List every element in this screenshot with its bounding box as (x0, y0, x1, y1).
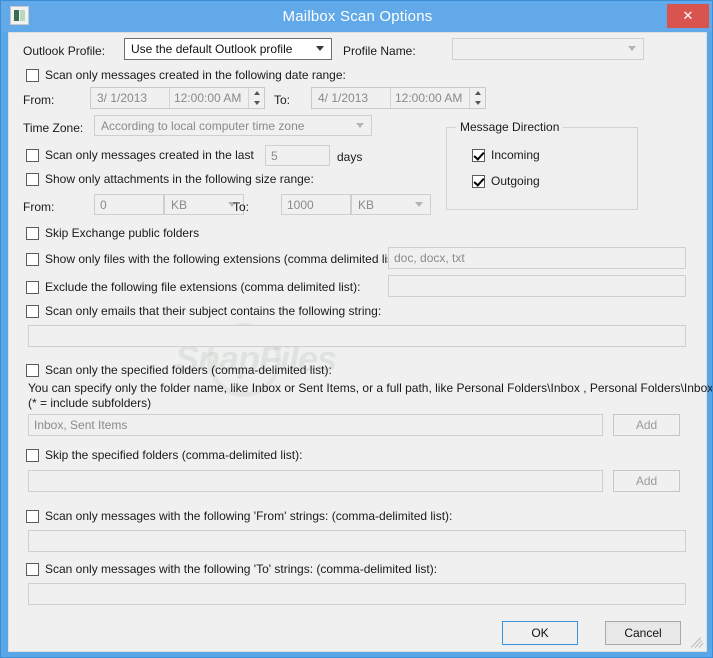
from-strings-input[interactable] (28, 530, 686, 552)
show-extensions-row[interactable]: Show only files with the following exten… (26, 252, 404, 266)
subject-contains-label: Scan only emails that their subject cont… (45, 304, 382, 318)
last-days-value: 5 (271, 148, 278, 163)
size-to-label: To: (233, 200, 250, 214)
size-from-input[interactable]: 0 (94, 194, 164, 215)
size-to-unit: KB (358, 197, 375, 212)
date-from-picker[interactable]: 3/ 1/2013 12:00:00 AM (90, 87, 265, 109)
size-from-label: From: (23, 200, 55, 214)
time-from-value: 12:00:00 AM (169, 88, 248, 108)
chevron-down-icon (628, 46, 636, 51)
outgoing-checkbox[interactable] (472, 174, 485, 188)
scan-folders-label: Scan only the specified folders (comma-d… (45, 363, 332, 377)
outgoing-row[interactable]: Outgoing (472, 174, 540, 188)
scan-folders-add-button[interactable]: Add (613, 414, 680, 436)
timezone-select[interactable]: According to local computer time zone (94, 115, 372, 136)
message-direction-title: Message Direction (456, 120, 564, 134)
size-to-input[interactable]: 1000 (281, 194, 351, 215)
size-from-unit: KB (171, 197, 188, 212)
skip-public-folders-checkbox[interactable] (26, 226, 39, 240)
profile-name-select[interactable] (452, 38, 644, 60)
exclude-extensions-label: Exclude the following file extensions (c… (45, 280, 361, 294)
scan-folders-hint-1: You can specify only the folder name, li… (28, 381, 713, 395)
scan-folders-hint-2: (* = include subfolders) (28, 396, 152, 410)
to-strings-checkbox[interactable] (26, 562, 39, 576)
size-to-value: 1000 (287, 197, 314, 212)
chevron-down-icon (356, 122, 364, 128)
exclude-extensions-input[interactable] (388, 275, 686, 297)
scan-folders-checkbox[interactable] (26, 363, 39, 377)
date-to-label: To: (274, 93, 291, 107)
incoming-checkbox[interactable] (472, 148, 485, 162)
window-title: Mailbox Scan Options (282, 8, 433, 25)
size-from-unit-select[interactable]: KB (164, 194, 244, 215)
skip-folders-add-button[interactable]: Add (613, 470, 680, 492)
skip-folders-checkbox[interactable] (26, 448, 39, 462)
to-strings-row[interactable]: Scan only messages with the following 'T… (26, 562, 437, 576)
close-icon[interactable]: ✕ (667, 4, 709, 28)
last-days-input[interactable]: 5 (265, 145, 330, 166)
incoming-row[interactable]: Incoming (472, 148, 540, 162)
show-extensions-value: doc, docx, txt (394, 251, 465, 265)
scan-folders-row[interactable]: Scan only the specified folders (comma-d… (26, 363, 332, 377)
skip-folders-input[interactable] (28, 470, 603, 492)
timezone-label: Time Zone: (23, 121, 84, 135)
show-extensions-input[interactable]: doc, docx, txt (388, 247, 686, 269)
date-range-label: Scan only messages created in the follow… (45, 68, 346, 82)
cancel-button[interactable]: Cancel (605, 621, 681, 645)
mailbox-scan-options-window: Mailbox Scan Options ✕ SnapFiles Outlook… (0, 0, 713, 658)
outlook-profile-select[interactable]: Use the default Outlook profile (124, 38, 332, 60)
show-extensions-label: Show only files with the following exten… (45, 252, 404, 266)
date-to-value: 4/ 1/2013 (318, 91, 369, 105)
incoming-label: Incoming (491, 148, 540, 162)
date-range-row[interactable]: Scan only messages created in the follow… (26, 68, 346, 82)
resize-grip[interactable] (690, 636, 704, 648)
date-from-value: 3/ 1/2013 (97, 91, 148, 105)
skip-folders-label: Skip the specified folders (comma-delimi… (45, 448, 303, 462)
skip-public-folders-label: Skip Exchange public folders (45, 226, 200, 240)
profile-name-label: Profile Name: (343, 44, 416, 58)
scan-folders-value: Inbox, Sent Items (34, 418, 128, 432)
subject-contains-input[interactable] (28, 325, 686, 347)
skip-public-folders-row[interactable]: Skip Exchange public folders (26, 226, 199, 240)
ok-button[interactable]: OK (502, 621, 578, 645)
last-days-label: Scan only messages created in the last (45, 148, 254, 162)
exclude-extensions-checkbox[interactable] (26, 280, 39, 294)
last-days-checkbox[interactable] (26, 148, 39, 162)
size-range-row[interactable]: Show only attachments in the following s… (26, 172, 314, 186)
exclude-extensions-row[interactable]: Exclude the following file extensions (c… (26, 280, 360, 294)
date-to-picker[interactable]: 4/ 1/2013 12:00:00 AM (311, 87, 486, 109)
title-bar: Mailbox Scan Options ✕ (1, 1, 712, 32)
from-strings-checkbox[interactable] (26, 509, 39, 523)
subject-contains-row[interactable]: Scan only emails that their subject cont… (26, 304, 381, 318)
dialog-body: SnapFiles Outlook Profile: Use the defau… (8, 32, 712, 652)
from-strings-label: Scan only messages with the following 'F… (45, 509, 453, 523)
chevron-down-icon (415, 201, 423, 207)
last-days-unit: days (337, 150, 363, 164)
to-strings-label: Scan only messages with the following 'T… (45, 562, 438, 576)
to-strings-input[interactable] (28, 583, 686, 605)
size-from-value: 0 (100, 197, 107, 212)
size-range-label: Show only attachments in the following s… (45, 172, 314, 186)
date-from-label: From: (23, 93, 55, 107)
scan-folders-input[interactable]: Inbox, Sent Items (28, 414, 603, 436)
size-to-unit-select[interactable]: KB (351, 194, 431, 215)
message-direction-group: Message Direction Incoming Outgoing (446, 120, 638, 210)
chevron-down-icon (316, 46, 324, 51)
time-from-stepper[interactable] (248, 88, 264, 108)
last-days-row[interactable]: Scan only messages created in the last (26, 148, 254, 162)
show-extensions-checkbox[interactable] (26, 252, 39, 266)
subject-contains-checkbox[interactable] (26, 304, 39, 318)
outlook-profile-label: Outlook Profile: (23, 44, 106, 58)
time-to-stepper[interactable] (469, 88, 485, 108)
time-to-value: 12:00:00 AM (390, 88, 469, 108)
size-range-checkbox[interactable] (26, 172, 39, 186)
skip-folders-row[interactable]: Skip the specified folders (comma-delimi… (26, 448, 302, 462)
timezone-value: According to local computer time zone (101, 118, 305, 133)
from-strings-row[interactable]: Scan only messages with the following 'F… (26, 509, 452, 523)
date-range-checkbox[interactable] (26, 68, 39, 82)
outgoing-label: Outgoing (491, 174, 540, 188)
outlook-profile-value: Use the default Outlook profile (131, 42, 293, 56)
